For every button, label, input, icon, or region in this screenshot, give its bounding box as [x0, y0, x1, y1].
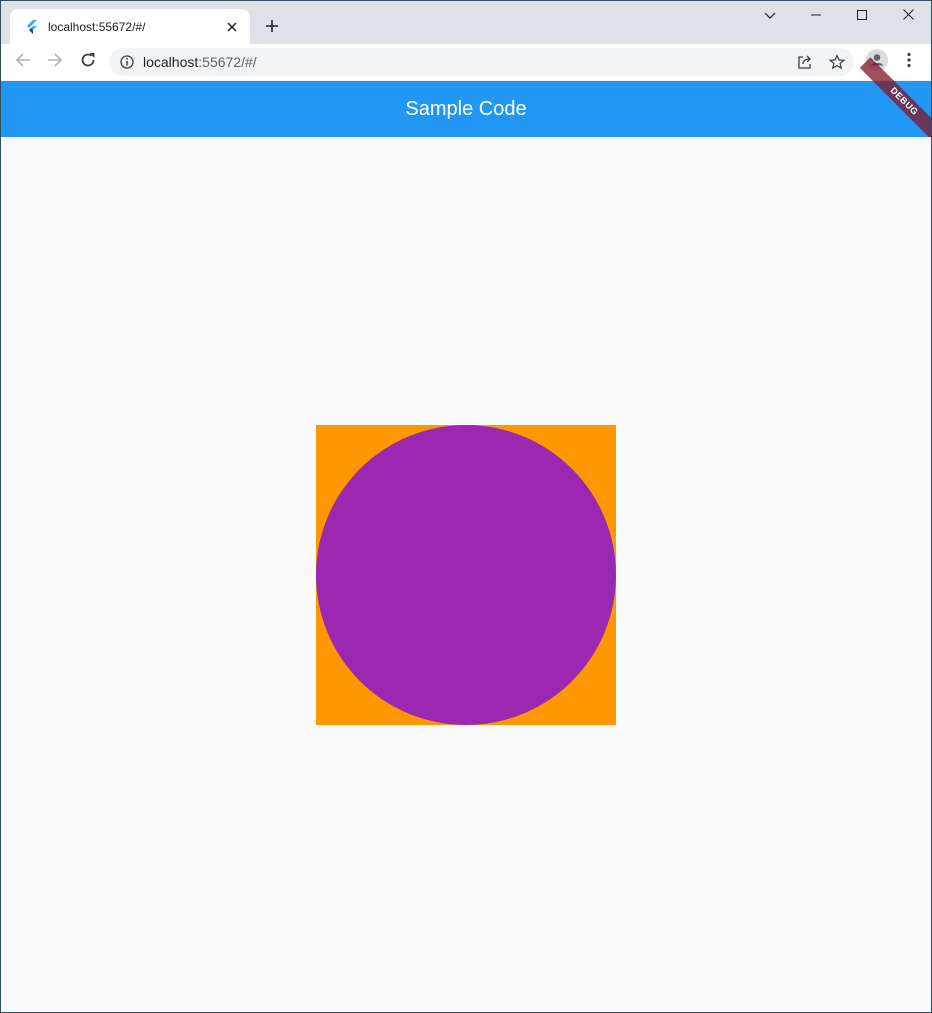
forward-button[interactable]: [41, 48, 69, 76]
browser-tab[interactable]: localhost:55672/#/: [10, 9, 250, 44]
tab-close-icon[interactable]: [222, 17, 242, 37]
reload-icon: [80, 52, 96, 73]
tab-strip: localhost:55672/#/: [1, 1, 931, 44]
minimize-button[interactable]: [793, 1, 839, 31]
info-icon[interactable]: [119, 54, 135, 70]
new-tab-button[interactable]: [259, 15, 285, 41]
share-icon[interactable]: [791, 48, 819, 76]
orange-square: [316, 425, 616, 725]
url-host: localhost: [143, 54, 199, 70]
maximize-button[interactable]: [839, 1, 885, 31]
url-text: localhost:55672/#/: [143, 54, 257, 70]
back-arrow-icon: [15, 52, 31, 73]
app-bar-title: Sample Code: [405, 97, 527, 120]
close-icon: [902, 7, 914, 25]
tab-title: localhost:55672/#/: [48, 19, 146, 34]
url-path: :55672/#/: [198, 54, 257, 70]
star-icon[interactable]: [823, 48, 851, 76]
plus-icon: [265, 19, 279, 38]
reload-button[interactable]: [74, 48, 102, 76]
chevron-down-icon: [764, 7, 776, 25]
window-close-button[interactable]: [885, 1, 931, 31]
tab-search-button[interactable]: [747, 1, 793, 31]
purple-circle: [316, 425, 616, 725]
app-bar: Sample Code: [1, 81, 931, 137]
more-vert-icon: [907, 52, 911, 73]
menu-button[interactable]: [895, 48, 923, 76]
minimize-icon: [811, 7, 821, 25]
forward-arrow-icon: [47, 52, 63, 73]
flutter-icon: [24, 19, 40, 35]
back-button[interactable]: [9, 48, 37, 76]
app-body: [1, 137, 931, 1012]
browser-toolbar: localhost:55672/#/: [1, 44, 931, 80]
address-bar[interactable]: localhost:55672/#/: [109, 48, 854, 76]
maximize-icon: [857, 7, 867, 25]
browser-window: localhost:55672/#/ localhost:55672/#/ Sa…: [0, 0, 932, 1013]
